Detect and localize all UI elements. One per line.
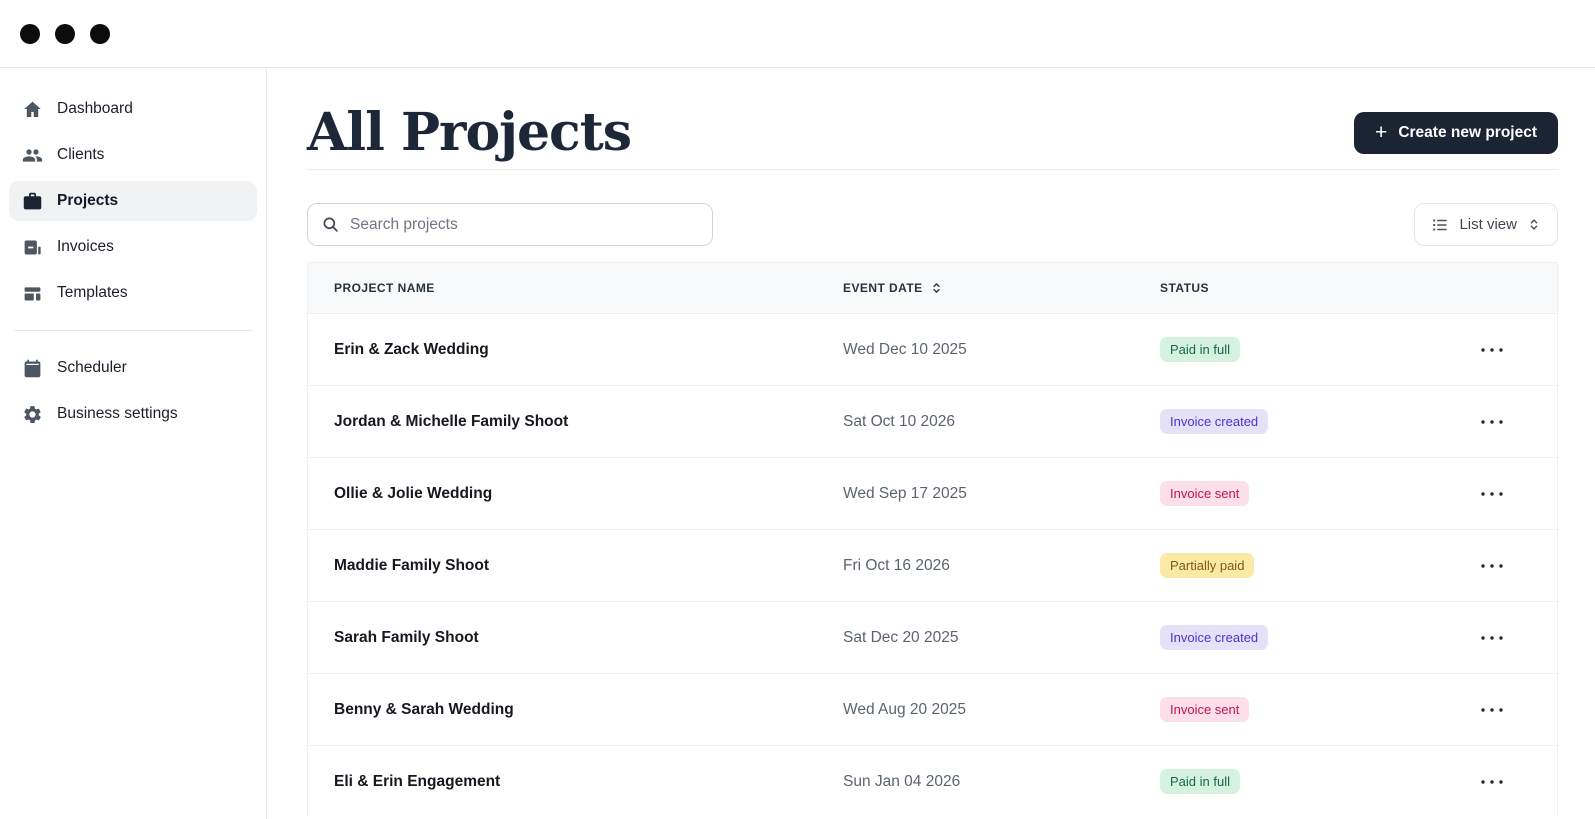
column-header-event-date[interactable]: EVENT DATE: [843, 281, 1160, 295]
window-dot-icon: [90, 24, 110, 44]
status-badge: Partially paid: [1160, 553, 1254, 578]
search-input[interactable]: [350, 216, 699, 234]
more-options-button[interactable]: [1472, 771, 1512, 793]
status-badge: Invoice sent: [1160, 481, 1249, 506]
sidebar-item-label: Templates: [57, 284, 128, 302]
more-options-button[interactable]: [1472, 555, 1512, 577]
sidebar: Dashboard Clients Projects Invoices Temp…: [0, 68, 267, 819]
sidebar-item-projects[interactable]: Projects: [9, 181, 257, 221]
templates-icon: [22, 283, 43, 304]
event-date: Sat Dec 20 2025: [843, 629, 958, 646]
list-icon: [1431, 216, 1449, 234]
unfold-icon: [1527, 217, 1541, 232]
page-header: All Projects + Create new project: [307, 102, 1558, 170]
column-header-project-name: PROJECT NAME: [308, 281, 843, 295]
sidebar-item-clients[interactable]: Clients: [9, 135, 257, 175]
project-name: Ollie & Jolie Wedding: [334, 485, 492, 502]
page-title: All Projects: [307, 102, 631, 164]
ellipsis-icon: [1480, 707, 1504, 713]
more-options-button[interactable]: [1472, 699, 1512, 721]
event-date: Sat Oct 10 2026: [843, 413, 955, 430]
table-header-row: PROJECT NAME EVENT DATE STATUS: [308, 263, 1557, 313]
sidebar-item-dashboard[interactable]: Dashboard: [9, 89, 257, 129]
sidebar-item-label: Invoices: [57, 238, 114, 256]
topbar: [0, 0, 1595, 68]
ellipsis-icon: [1480, 635, 1504, 641]
table-row[interactable]: Ollie & Jolie Wedding Wed Sep 17 2025 In…: [308, 457, 1557, 529]
more-options-button[interactable]: [1472, 339, 1512, 361]
table-row[interactable]: Erin & Zack Wedding Wed Dec 10 2025 Paid…: [308, 313, 1557, 385]
invoice-icon: [22, 237, 43, 258]
table-row[interactable]: Jordan & Michelle Family Shoot Sat Oct 1…: [308, 385, 1557, 457]
gear-icon: [22, 404, 43, 425]
table-row[interactable]: Sarah Family Shoot Sat Dec 20 2025 Invoi…: [308, 601, 1557, 673]
more-options-button[interactable]: [1472, 627, 1512, 649]
create-new-project-button[interactable]: + Create new project: [1354, 112, 1558, 154]
sidebar-item-invoices[interactable]: Invoices: [9, 227, 257, 267]
sidebar-item-label: Business settings: [57, 405, 178, 423]
home-icon: [22, 99, 43, 120]
project-name: Benny & Sarah Wedding: [334, 701, 514, 718]
table-row[interactable]: Maddie Family Shoot Fri Oct 16 2026 Part…: [308, 529, 1557, 601]
briefcase-icon: [22, 191, 43, 212]
event-date: Sun Jan 04 2026: [843, 773, 960, 790]
view-selector-button[interactable]: List view: [1414, 203, 1558, 246]
event-date: Wed Aug 20 2025: [843, 701, 966, 718]
project-name: Jordan & Michelle Family Shoot: [334, 413, 568, 430]
ellipsis-icon: [1480, 347, 1504, 353]
event-date: Wed Sep 17 2025: [843, 485, 967, 502]
create-button-label: Create new project: [1398, 124, 1537, 142]
main-content: All Projects + Create new project List v…: [267, 68, 1595, 819]
project-name: Erin & Zack Wedding: [334, 341, 489, 358]
window-dot-icon: [55, 24, 75, 44]
window-dot-icon: [20, 24, 40, 44]
calendar-icon: [22, 358, 43, 379]
column-header-label: EVENT DATE: [843, 281, 923, 295]
table-row[interactable]: Eli & Erin Engagement Sun Jan 04 2026 Pa…: [308, 745, 1557, 817]
projects-table: PROJECT NAME EVENT DATE STATUS Erin & Za…: [307, 262, 1558, 817]
project-name: Eli & Erin Engagement: [334, 773, 500, 790]
plus-icon: +: [1375, 122, 1387, 143]
more-options-button[interactable]: [1472, 483, 1512, 505]
table-body: Erin & Zack Wedding Wed Dec 10 2025 Paid…: [308, 313, 1557, 817]
status-badge: Invoice created: [1160, 409, 1268, 434]
search-box[interactable]: [307, 203, 713, 246]
sidebar-item-label: Scheduler: [57, 359, 127, 377]
project-name: Maddie Family Shoot: [334, 557, 489, 574]
sidebar-item-templates[interactable]: Templates: [9, 273, 257, 313]
event-date: Fri Oct 16 2026: [843, 557, 950, 574]
status-badge: Paid in full: [1160, 337, 1240, 362]
sort-icon: [930, 281, 943, 295]
sidebar-item-label: Dashboard: [57, 100, 133, 118]
sidebar-divider: [14, 330, 252, 331]
project-name: Sarah Family Shoot: [334, 629, 479, 646]
search-icon: [321, 215, 340, 234]
sidebar-item-business-settings[interactable]: Business settings: [9, 394, 257, 434]
sidebar-item-label: Projects: [57, 192, 118, 210]
status-badge: Invoice sent: [1160, 697, 1249, 722]
view-selector-label: List view: [1459, 216, 1517, 233]
sidebar-item-scheduler[interactable]: Scheduler: [9, 348, 257, 388]
status-badge: Invoice created: [1160, 625, 1268, 650]
sidebar-item-label: Clients: [57, 146, 104, 164]
ellipsis-icon: [1480, 563, 1504, 569]
users-icon: [22, 145, 43, 166]
ellipsis-icon: [1480, 491, 1504, 497]
status-badge: Paid in full: [1160, 769, 1240, 794]
event-date: Wed Dec 10 2025: [843, 341, 967, 358]
ellipsis-icon: [1480, 779, 1504, 785]
toolbar: List view: [307, 203, 1558, 246]
more-options-button[interactable]: [1472, 411, 1512, 433]
ellipsis-icon: [1480, 419, 1504, 425]
column-header-status: STATUS: [1160, 281, 1460, 295]
table-row[interactable]: Benny & Sarah Wedding Wed Aug 20 2025 In…: [308, 673, 1557, 745]
